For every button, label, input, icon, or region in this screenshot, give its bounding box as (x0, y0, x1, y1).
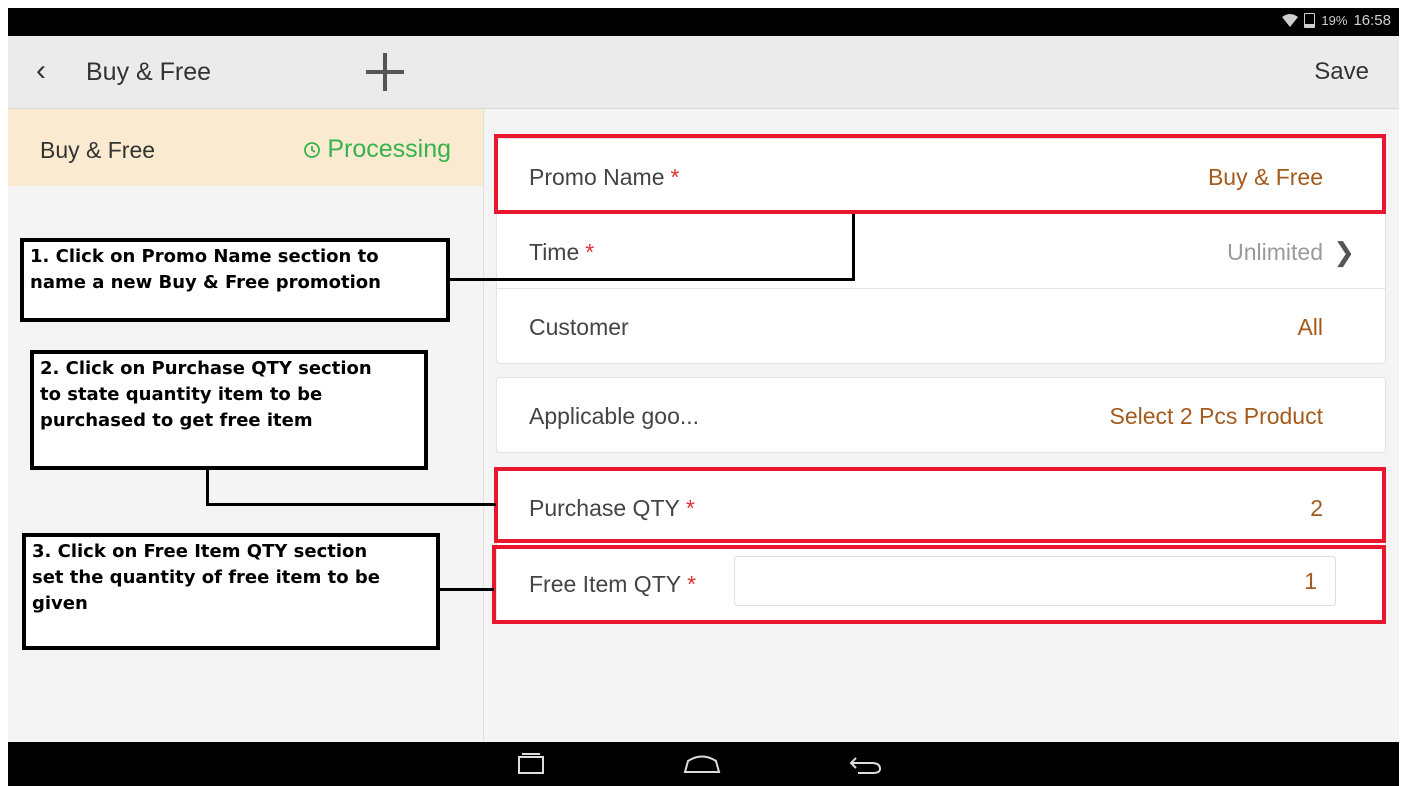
clock-icon (304, 141, 321, 158)
customer-row[interactable]: Customer All (497, 288, 1385, 363)
back-nav-icon[interactable] (848, 752, 884, 776)
free-item-qty-row: Free Item QTY * (497, 545, 1385, 620)
required-marker: * (585, 239, 595, 265)
add-icon[interactable] (363, 50, 407, 94)
required-marker: * (685, 495, 695, 521)
basic-info-card: Promo Name * Buy & Free Time * Unlimited ❯… (496, 138, 1386, 364)
battery-level: 19% (1321, 13, 1348, 28)
promo-name-row[interactable]: Promo Name * Buy & Free (497, 139, 1385, 213)
clock-time: 16:58 (1353, 12, 1391, 29)
annotation-step-2: 2. Click on Purchase QTY section to stat… (30, 350, 428, 470)
promo-name-value: Buy & Free (1207, 164, 1323, 190)
promo-list-item[interactable]: Buy & Free Processing (8, 109, 483, 186)
free-item-qty-label: Free Item QTY * (529, 571, 697, 597)
applicable-goods-value: Select 2 Pcs Product (1109, 403, 1324, 429)
customer-value: All (1297, 314, 1323, 340)
required-marker: * (687, 571, 697, 597)
page-title: Buy & Free (86, 58, 212, 86)
required-marker: * (670, 164, 680, 190)
connector-line-1v (852, 214, 855, 281)
wifi-icon (1282, 14, 1299, 27)
promo-item-name: Buy & Free (40, 137, 156, 163)
purchase-qty-label: Purchase QTY * (529, 495, 695, 521)
annotation-step-1: 1. Click on Promo Name section to name a… (20, 238, 450, 322)
back-icon[interactable]: ‹ (36, 54, 46, 88)
applicable-goods-row[interactable]: Applicable goo... Select 2 Pcs Product (497, 378, 1385, 452)
connector-line-2v (206, 470, 209, 506)
promo-name-label: Promo Name * (529, 164, 680, 190)
save-button[interactable]: Save (1314, 58, 1369, 86)
purchase-qty-value: 2 (1310, 495, 1323, 521)
connector-line-1h (450, 278, 855, 281)
chevron-right-icon: ❯ (1333, 237, 1355, 267)
connector-line-3h (440, 588, 494, 591)
applicable-goods-label: Applicable goo... (529, 403, 700, 429)
status-text: Processing (327, 135, 451, 163)
purchase-qty-row[interactable]: Purchase QTY * 2 (497, 470, 1385, 544)
promo-form: Promo Name * Buy & Free Time * Unlimited ❯… (484, 109, 1399, 742)
time-value: Unlimited (1227, 239, 1323, 265)
status-badge: Processing (303, 135, 451, 164)
time-label: Time * (529, 239, 595, 265)
navigation-bar (8, 742, 1399, 786)
status-bar: 19% 16:58 (8, 8, 1399, 36)
quantity-card: Purchase QTY * 2 Free Item QTY * (496, 469, 1386, 621)
status-indicators: 19% 16:58 (1282, 12, 1391, 29)
customer-label: Customer (529, 314, 629, 340)
annotation-step-3: 3. Click on Free Item QTY section set th… (22, 533, 440, 650)
app-bar: ‹ Buy & Free Save (8, 36, 1399, 109)
connector-line-2h (206, 503, 496, 506)
home-icon[interactable] (682, 752, 722, 776)
goods-card: Applicable goo... Select 2 Pcs Product (496, 377, 1386, 453)
time-row[interactable]: Time * Unlimited ❯ (497, 213, 1385, 288)
battery-icon (1304, 13, 1316, 28)
free-item-qty-input[interactable] (734, 556, 1336, 606)
recent-apps-icon[interactable] (516, 752, 546, 776)
